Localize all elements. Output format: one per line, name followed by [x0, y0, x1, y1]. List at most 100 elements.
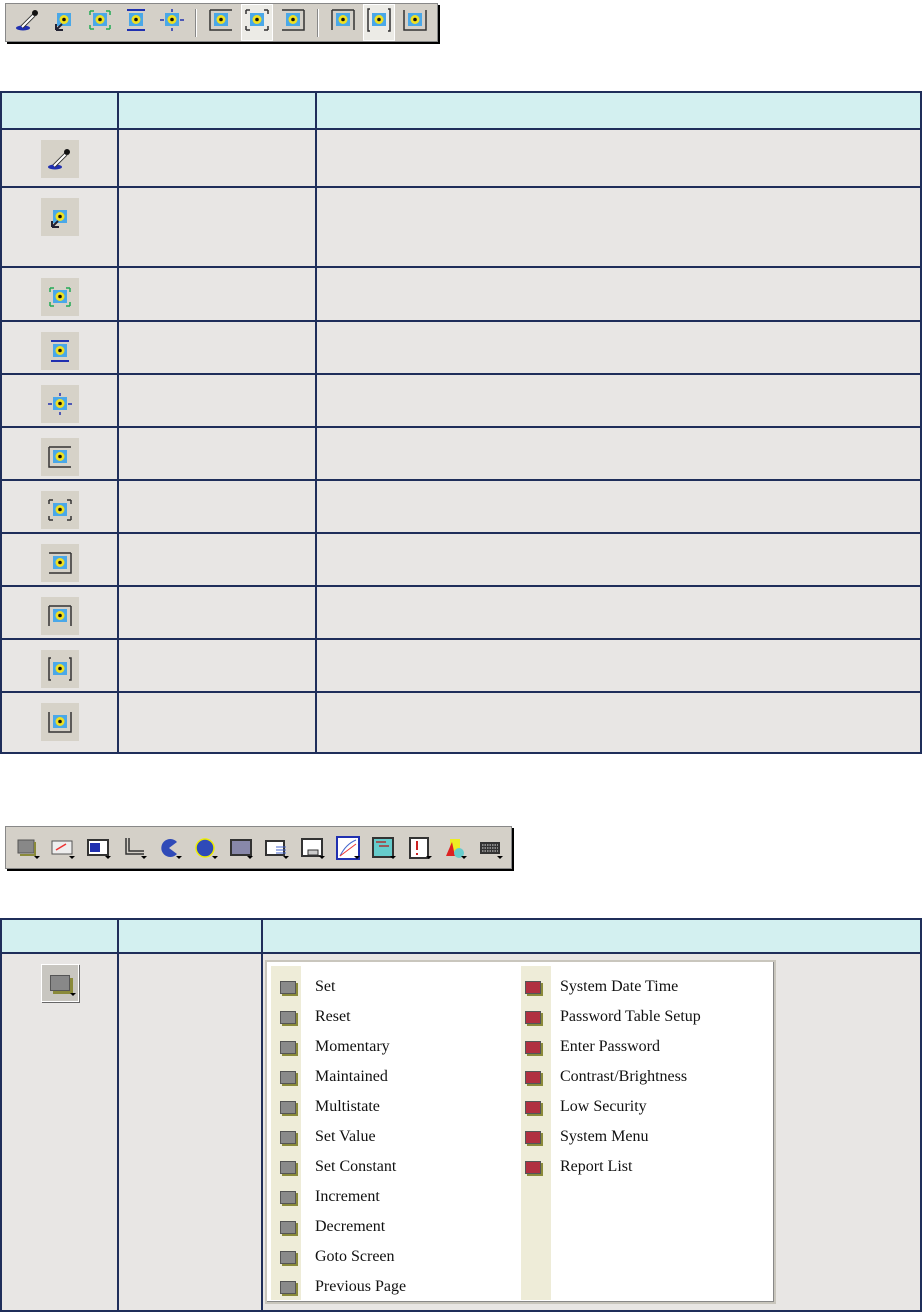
tile-button[interactable]	[120, 7, 152, 39]
align-bottom-icon	[40, 703, 79, 741]
menu-item[interactable]: Contrast/Brightness	[525, 1066, 687, 1088]
push-button-icon	[280, 1160, 296, 1174]
align-bottom-icon	[402, 8, 428, 37]
function-button-icon	[525, 1040, 541, 1054]
table-row	[0, 320, 922, 375]
menu-item[interactable]: Reset	[280, 1006, 351, 1028]
trend-button[interactable]	[333, 832, 363, 864]
menu-item[interactable]: System Menu	[525, 1126, 648, 1148]
push-button-icon	[280, 1280, 296, 1294]
gauge-button[interactable]	[48, 832, 78, 864]
menu-item-label: Enter Password	[560, 1038, 660, 1055]
toolbar-separator	[317, 8, 320, 37]
data-entry-button[interactable]	[297, 832, 327, 864]
menu-item[interactable]: Enter Password	[525, 1036, 660, 1058]
fit-center-button[interactable]	[84, 7, 116, 39]
pie-icon	[161, 838, 178, 857]
gauge-icon	[51, 840, 73, 854]
menu-item-label: System Date Time	[560, 978, 679, 995]
menu-item-label: Previous Page	[315, 1278, 407, 1295]
keypad-button[interactable]	[475, 832, 505, 864]
menu-item[interactable]: Set Constant	[280, 1156, 396, 1178]
table-row	[0, 266, 922, 322]
menu-item[interactable]: Set	[280, 976, 335, 998]
align-left-icon	[40, 438, 79, 476]
pie-button[interactable]	[155, 832, 185, 864]
eyedropper-icon	[15, 8, 41, 37]
align-top-icon	[40, 597, 79, 635]
toolbar-separator	[195, 8, 198, 37]
align-center-h-button[interactable]	[241, 4, 274, 41]
push-button-icon	[280, 1190, 296, 1204]
menu-item-label: Maintained	[315, 1068, 388, 1085]
menu-item[interactable]: Goto Screen	[280, 1246, 395, 1268]
alarm-icon	[408, 836, 429, 859]
push-button-icon	[40, 964, 79, 1002]
table-header	[0, 91, 922, 130]
menu-item-label: Password Table Setup	[560, 1008, 701, 1025]
indicator-button[interactable]	[83, 832, 113, 864]
object-icon	[445, 838, 464, 858]
menu-item[interactable]: Increment	[280, 1186, 380, 1208]
line-icon	[124, 837, 144, 855]
object-button[interactable]	[440, 832, 470, 864]
menu-item-label: Report List	[560, 1158, 633, 1175]
center-icon	[40, 385, 79, 423]
menu-item-label: Multistate	[315, 1098, 380, 1115]
menu-item[interactable]: Low Security	[525, 1096, 647, 1118]
line-button[interactable]	[119, 832, 149, 864]
push-button-icon	[280, 1100, 296, 1114]
table-row	[0, 691, 922, 754]
center-button[interactable]	[156, 7, 188, 39]
function-button-icon	[525, 980, 541, 994]
menu-item[interactable]: Report List	[525, 1156, 632, 1178]
align-left-icon	[208, 8, 234, 37]
bar-graph-button[interactable]	[226, 832, 256, 864]
table-row	[0, 373, 922, 428]
object-toolbar	[5, 826, 512, 869]
push-button-icon	[280, 1250, 296, 1264]
menu-item[interactable]: System Date Time	[525, 976, 678, 998]
circle-button[interactable]	[190, 832, 220, 864]
align-top-icon	[330, 8, 356, 37]
fit-center-icon	[87, 8, 113, 37]
table-row	[0, 186, 922, 268]
align-top-button[interactable]	[327, 7, 359, 39]
align-bottom-button[interactable]	[399, 7, 431, 39]
function-button-icon	[525, 1010, 541, 1024]
table-row	[0, 532, 922, 587]
eyedropper-button[interactable]	[12, 7, 44, 39]
menu-item-label: Contrast/Brightness	[560, 1068, 688, 1085]
menu-item[interactable]: Password Table Setup	[525, 1006, 701, 1028]
keypad-icon	[480, 841, 501, 854]
menu-item[interactable]: Multistate	[280, 1096, 380, 1118]
align-left-button[interactable]	[205, 7, 237, 39]
align-right-button[interactable]	[277, 7, 309, 39]
bar-graph-icon	[229, 838, 252, 856]
menu-item[interactable]: Set Value	[280, 1126, 376, 1148]
menu-item[interactable]: Previous Page	[280, 1276, 406, 1298]
table-row	[0, 128, 922, 188]
menu-item[interactable]: Decrement	[280, 1216, 385, 1238]
tile-icon	[40, 332, 79, 370]
alarm-button[interactable]	[404, 832, 434, 864]
push-button-menu: Set Reset Momentary Maintained Multistate Set…	[265, 960, 776, 1304]
menu-item[interactable]: Maintained	[280, 1066, 388, 1088]
align-center-h-icon	[40, 491, 79, 529]
menu-item[interactable]: Momentary	[280, 1036, 390, 1058]
menu-item-label: Goto Screen	[315, 1248, 395, 1265]
function-button-icon	[525, 1070, 541, 1084]
message-display-button[interactable]	[261, 832, 291, 864]
push-button-icon	[280, 1220, 296, 1234]
push-button-button[interactable]	[12, 832, 42, 864]
center-icon	[159, 8, 185, 37]
eyedropper-icon	[40, 140, 79, 178]
align-middle-v-button[interactable]	[363, 4, 396, 41]
push-button-icon	[280, 1010, 296, 1024]
function-button-icon	[525, 1100, 541, 1114]
replace-image-button[interactable]	[48, 7, 80, 39]
alarm-banner-button[interactable]	[368, 832, 398, 864]
trend-icon	[335, 835, 360, 860]
menu-item-label: Set	[315, 978, 336, 995]
align-center-h-icon	[244, 8, 270, 37]
